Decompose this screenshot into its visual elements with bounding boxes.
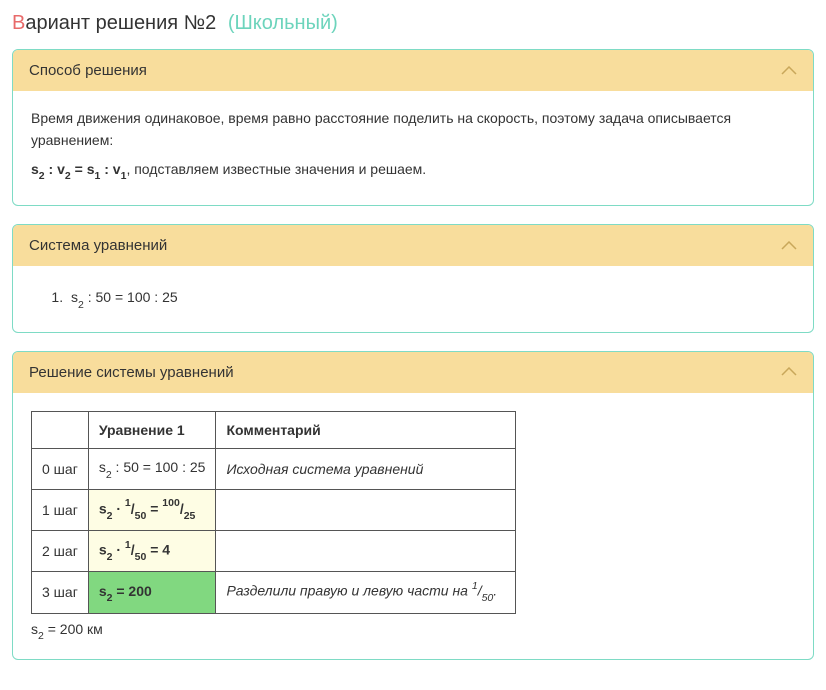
- panel-system: Система уравнений s2 : 50 = 100 : 25: [12, 224, 814, 333]
- solution-result: s2 = 200 км: [31, 618, 795, 644]
- step-equation: s2 = 200: [88, 572, 216, 613]
- panel-method-title: Способ решения: [29, 62, 147, 79]
- step-equation: s2 : 50 = 100 : 25: [88, 449, 216, 490]
- panel-method: Способ решения Время движения одинаковое…: [12, 49, 814, 206]
- title-main: ариант решения №2: [25, 12, 216, 34]
- table-corner: [32, 411, 89, 448]
- step-label: 0 шаг: [32, 449, 89, 490]
- chevron-up-icon: [781, 367, 797, 377]
- step-label: 1 шаг: [32, 489, 89, 530]
- panel-system-title: Система уравнений: [29, 237, 167, 254]
- col-equation: Уравнение 1: [88, 411, 216, 448]
- method-text-1: Время движения одинаковое, время равно р…: [31, 107, 795, 152]
- step-comment: Исходная система уравнений: [216, 449, 516, 490]
- panel-solution-header[interactable]: Решение системы уравнений: [13, 352, 813, 393]
- equation-item: s2 : 50 = 100 : 25: [67, 286, 795, 312]
- equation-list: s2 : 50 = 100 : 25: [31, 286, 795, 312]
- step-label: 2 шаг: [32, 531, 89, 572]
- table-row: 1 шаг s2 · 1/50 = 100/25: [32, 489, 516, 530]
- panel-system-body: s2 : 50 = 100 : 25: [13, 266, 813, 332]
- step-label: 3 шаг: [32, 572, 89, 613]
- title-first-letter: В: [12, 12, 25, 34]
- table-header-row: Уравнение 1 Комментарий: [32, 411, 516, 448]
- panel-solution: Решение системы уравнений Уравнение 1 Ко…: [12, 351, 814, 660]
- step-comment: Разделили правую и левую части на 1/50.: [216, 572, 516, 613]
- table-row: 2 шаг s2 · 1/50 = 4: [32, 531, 516, 572]
- panel-system-header[interactable]: Система уравнений: [13, 225, 813, 266]
- panel-method-body: Время движения одинаковое, время равно р…: [13, 91, 813, 205]
- step-equation: s2 · 1/50 = 4: [88, 531, 216, 572]
- chevron-up-icon: [781, 66, 797, 76]
- solution-table: Уравнение 1 Комментарий 0 шаг s2 : 50 = …: [31, 411, 516, 614]
- step-comment: [216, 531, 516, 572]
- step-equation: s2 · 1/50 = 100/25: [88, 489, 216, 530]
- panel-solution-body: Уравнение 1 Комментарий 0 шаг s2 : 50 = …: [13, 393, 813, 659]
- table-row: 3 шаг s2 = 200 Разделили правую и левую …: [32, 572, 516, 613]
- method-text-2: s2 : v2 = s1 : v1, подставляем известные…: [31, 158, 795, 184]
- title-level: (Школьный): [228, 12, 338, 34]
- panel-solution-title: Решение системы уравнений: [29, 364, 234, 381]
- panel-method-header[interactable]: Способ решения: [13, 50, 813, 91]
- step-comment: [216, 489, 516, 530]
- page-title: Вариант решения №2 (Школьный): [12, 12, 814, 35]
- chevron-up-icon: [781, 241, 797, 251]
- col-comment: Комментарий: [216, 411, 516, 448]
- table-row: 0 шаг s2 : 50 = 100 : 25 Исходная систем…: [32, 449, 516, 490]
